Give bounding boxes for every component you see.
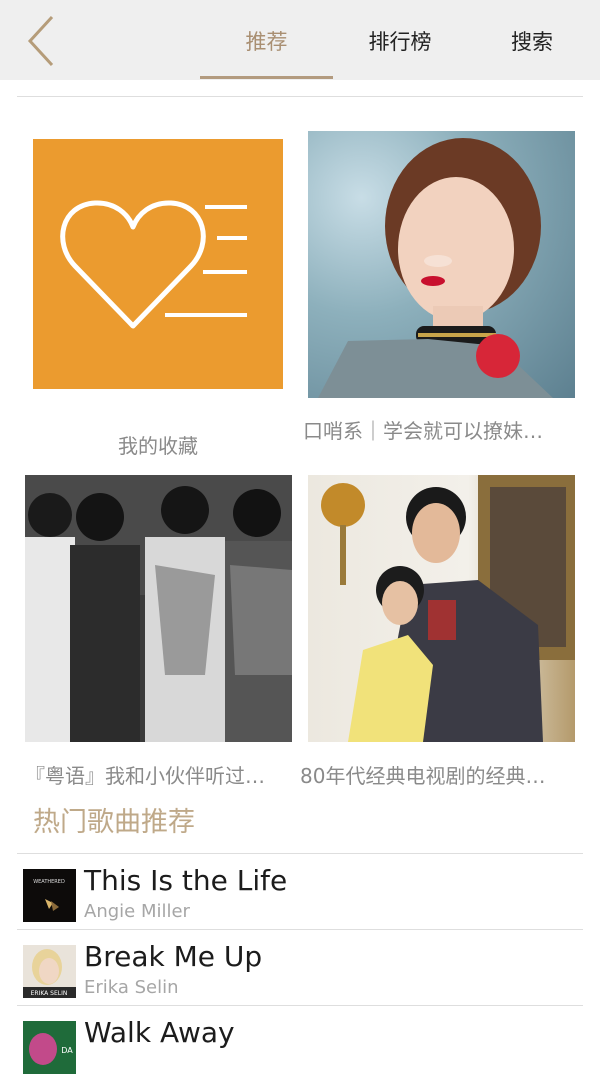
song-title: Break Me Up	[84, 940, 263, 973]
couple-photo-image	[321, 475, 575, 742]
section-title-hot-songs: 热门歌曲推荐	[33, 807, 195, 838]
back-button[interactable]	[20, 14, 64, 68]
album-cover: WEATHERED	[23, 869, 76, 922]
tab-charts[interactable]: 排行榜	[345, 22, 455, 62]
song-artist: Erika Selin	[84, 977, 179, 998]
tab-search[interactable]: 搜索	[492, 22, 572, 62]
playlist-title[interactable]: 『粤语』我和小伙伴听过…	[25, 760, 300, 789]
playlist-title[interactable]: 口哨系｜学会就可以撩妹…	[303, 415, 593, 444]
chevron-left-icon	[27, 15, 54, 67]
divider	[17, 96, 583, 97]
svg-text:ERIKA SELIN: ERIKA SELIN	[31, 990, 68, 997]
album-cover: ERIKA SELIN	[23, 945, 76, 998]
band-photo-image	[25, 475, 292, 742]
top-bar: 推荐 排行榜 搜索	[0, 0, 600, 80]
song-row[interactable]: DA Walk Away	[17, 1006, 583, 1082]
woman-portrait-image	[318, 138, 553, 398]
playlist-cover-band[interactable]	[25, 475, 292, 742]
playlist-title[interactable]: 80年代经典电视剧的经典…	[300, 760, 592, 789]
playlist-cover-couple[interactable]	[308, 475, 575, 742]
favorite-heart-icon	[60, 200, 247, 329]
playlist-cover-favorites[interactable]	[33, 139, 283, 389]
active-tab-indicator	[200, 76, 333, 79]
playlist-cover-portrait[interactable]	[308, 131, 575, 398]
song-row[interactable]: WEATHERED This Is the Life Angie Miller	[17, 854, 583, 930]
tab-recommend[interactable]: 推荐	[200, 22, 333, 62]
album-cover: DA	[23, 1021, 76, 1074]
song-row[interactable]: ERIKA SELIN Break Me Up Erika Selin	[17, 930, 583, 1006]
playlist-title[interactable]: 我的收藏	[33, 430, 283, 459]
song-title: This Is the Life	[84, 864, 288, 897]
song-artist: Angie Miller	[84, 901, 190, 922]
song-title: Walk Away	[84, 1016, 235, 1049]
svg-text:DA: DA	[61, 1046, 73, 1055]
svg-text:WEATHERED: WEATHERED	[33, 879, 65, 885]
